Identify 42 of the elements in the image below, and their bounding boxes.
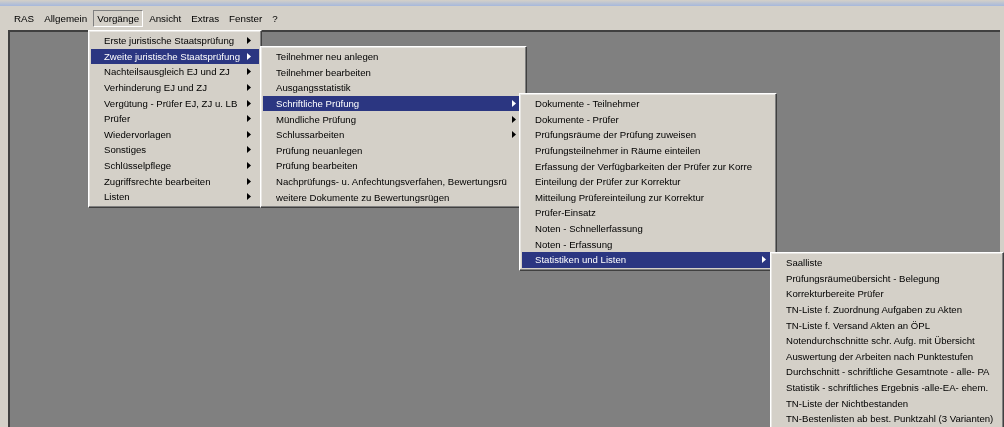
menu-item[interactable]: TN-Liste f. Zuordnung Aufgaben zu Akten — [773, 301, 1001, 318]
menu-item[interactable]: Noten - Schnellerfassung — [522, 220, 774, 237]
menu-item[interactable]: Korrekturbereite Prüfer — [773, 286, 1001, 302]
menu-item[interactable]: Dokumente - Teilnehmer — [522, 96, 774, 112]
menu-item[interactable]: Wiedervorlagen — [91, 126, 259, 143]
menu-item[interactable]: Sonstiges — [91, 142, 259, 158]
menu-bar-item[interactable]: RAS — [10, 9, 39, 27]
menu-item[interactable]: Noten - Erfassung — [522, 236, 774, 252]
menu-item[interactable]: Prüfungsteilnehmer in Räume einteilen — [522, 142, 774, 159]
menu-bar-item[interactable]: Extras — [187, 9, 224, 27]
menu-item[interactable]: TN-Liste f. Versand Akten an ÖPL — [773, 317, 1001, 333]
menu-item[interactable]: Prüfer — [91, 110, 259, 127]
menu-item[interactable]: Prüfer-Einsatz — [522, 205, 774, 221]
menu-bar-item[interactable]: ? — [268, 9, 282, 27]
menu-item[interactable]: Listen — [91, 188, 259, 205]
menu-item[interactable]: Statistik - schriftliches Ergebnis -alle-EA- ehem. — [773, 379, 1001, 396]
menu-item[interactable]: Durchschnitt - schriftliche Gesamtnote - alle- PA — [773, 364, 1001, 380]
menu-item[interactable]: Zweite juristische Staatsprüfung — [91, 48, 259, 65]
menu-item[interactable]: TN-Bestenlisten ab best. Punktzahl (3 Varianten) — [773, 410, 1001, 427]
menu-item[interactable]: TN-Liste der Nichtbestanden — [773, 395, 1001, 411]
menu-item[interactable]: Zugriffsrechte bearbeiten — [91, 173, 259, 189]
menu-bar-item[interactable]: Fenster — [225, 9, 267, 27]
menu-item[interactable]: Prüfungsräume der Prüfung zuweisen — [522, 127, 774, 143]
menu-item[interactable]: Mitteilung Prüfereinteilung zur Korrektur — [522, 189, 774, 206]
menu-item[interactable]: Dokumente - Prüfer — [522, 111, 774, 128]
menu-item[interactable]: Schlüsselpflege — [91, 157, 259, 174]
menu-item[interactable]: Nachteilsausgleich EJ und ZJ — [91, 64, 259, 80]
menu-item[interactable]: Prüfungsräumeübersicht - Belegung — [773, 270, 1001, 287]
menu-item[interactable]: Erfassung der Verfügbarkeiten der Prüfer zur Korre — [522, 158, 774, 174]
menu-item[interactable]: Vergütung - Prüfer EJ, ZJ u. LB — [91, 95, 259, 111]
menu-bar-item[interactable]: Allgemein — [40, 9, 92, 27]
menu-item[interactable]: Teilnehmer neu anlegen — [263, 49, 524, 65]
menu-item[interactable]: Verhinderung EJ und ZJ — [91, 79, 259, 96]
menu-item[interactable]: Ausgangsstatistik — [263, 80, 524, 96]
menu-item[interactable]: Notendurchschnitte schr. Aufg. mit Übersicht — [773, 332, 1001, 349]
menu-bar-item[interactable]: Ansicht — [145, 9, 186, 27]
menu-bar-item[interactable]: Vorgänge — [93, 9, 144, 27]
menu-item[interactable]: Erste juristische Staatsprüfung — [91, 33, 259, 49]
menu-item[interactable]: Einteilung der Prüfer zur Korrektur — [522, 173, 774, 190]
menu-item[interactable]: Saalliste — [773, 255, 1001, 271]
menu-item[interactable]: Auswertung der Arbeiten nach Punktestufen — [773, 348, 1001, 365]
menu-item[interactable]: Teilnehmer bearbeiten — [263, 64, 524, 81]
